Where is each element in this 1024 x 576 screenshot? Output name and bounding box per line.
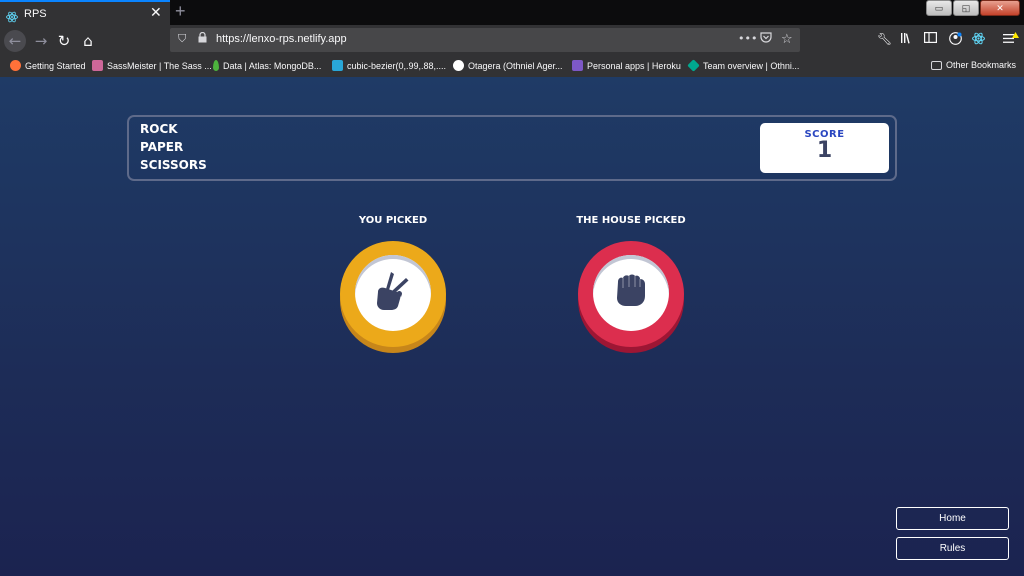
sassmeister-icon — [92, 60, 103, 71]
game-header: ROCK PAPER SCISSORS SCORE 1 — [127, 115, 897, 181]
score-box: SCORE 1 — [760, 123, 889, 173]
folder-icon — [931, 60, 942, 70]
score-value: 1 — [816, 138, 833, 163]
close-tab-icon[interactable]: ✕ — [150, 4, 162, 21]
nav-toolbar: ← → ↻ ⌂ ⛉ https://lenxo-rps.netlify.app … — [0, 25, 1024, 55]
new-tab-button[interactable]: + — [175, 1, 186, 22]
house-rock-chip — [578, 241, 684, 347]
bookmark-label: cubic-bezier(0,.99,.88,.... — [347, 60, 447, 71]
home-button[interactable]: Home — [896, 507, 1009, 530]
scissors-hand-icon — [373, 270, 413, 316]
library-icon[interactable] — [900, 32, 913, 47]
reload-icon[interactable]: ↻ — [53, 30, 75, 52]
wrench-icon[interactable]: 🔧︎ — [877, 32, 892, 46]
bookmarks-bar: Getting Started SassMeister | The Sass .… — [0, 55, 1024, 77]
bookmark-item[interactable]: SassMeister | The Sass ... — [92, 60, 212, 71]
bookmark-item[interactable]: cubic-bezier(0,.99,.88,.... — [332, 60, 446, 71]
account-icon[interactable] — [949, 32, 962, 48]
tab-rps[interactable]: RPS ✕ — [0, 0, 170, 25]
other-bookmarks[interactable]: Other Bookmarks — [931, 60, 1016, 70]
bookmark-star-icon[interactable]: ☆ — [781, 32, 793, 47]
other-bookmarks-label: Other Bookmarks — [946, 60, 1017, 70]
rules-button[interactable]: Rules — [896, 537, 1009, 560]
back-arrow-icon[interactable]: ← — [4, 30, 26, 52]
minimize-button[interactable]: ▭ — [926, 0, 952, 16]
tab-title: RPS — [24, 7, 47, 20]
url-text[interactable]: https://lenxo-rps.netlify.app — [216, 33, 347, 45]
mongodb-leaf-icon — [213, 60, 219, 71]
team-diamond-icon — [687, 59, 700, 72]
menu-icon[interactable] — [1003, 32, 1019, 48]
cubic-bezier-icon — [332, 60, 343, 71]
close-window-button[interactable]: ✕ — [980, 0, 1020, 16]
maximize-button[interactable]: ◱ — [953, 0, 979, 16]
bookmark-label: Getting Started — [25, 60, 86, 71]
tab-bar: RPS ✕ + ▭ ◱ ✕ — [0, 0, 1024, 25]
bookmark-item[interactable]: Personal apps | Heroku — [572, 60, 681, 71]
bookmark-item[interactable]: Otagera (Othniel Ager... — [453, 60, 563, 71]
bookmark-label: Personal apps | Heroku — [587, 60, 681, 71]
bookmark-label: SassMeister | The Sass ... — [107, 60, 212, 71]
firefox-icon — [10, 60, 21, 71]
bookmark-item[interactable]: Getting Started — [10, 60, 86, 71]
bookmark-label: Team overview | Othni... — [703, 60, 800, 71]
chip-face — [593, 255, 669, 331]
home-icon[interactable]: ⌂ — [77, 30, 99, 52]
house-picked-label: THE HOUSE PICKED — [576, 215, 686, 226]
title-rock: ROCK — [140, 122, 178, 136]
bookmark-item[interactable]: Data | Atlas: MongoDB... — [213, 60, 321, 71]
react-devtools-icon[interactable] — [972, 32, 985, 48]
title-paper: PAPER — [140, 140, 184, 154]
game-page: ROCK PAPER SCISSORS SCORE 1 YOU PICKED T… — [0, 77, 1024, 576]
rock-fist-icon — [612, 272, 650, 314]
title-scissors: SCISSORS — [140, 158, 207, 172]
page-actions-icon[interactable]: ••• — [738, 32, 757, 45]
github-icon — [453, 60, 464, 71]
forward-arrow-icon[interactable]: → — [30, 30, 52, 52]
sidebar-icon[interactable] — [924, 32, 938, 46]
bookmark-item[interactable]: Team overview | Othni... — [687, 59, 800, 72]
chip-face — [355, 255, 431, 331]
bookmark-label: Data | Atlas: MongoDB... — [223, 60, 322, 71]
player-scissors-chip — [340, 241, 446, 347]
you-picked-label: YOU PICKED — [358, 215, 428, 226]
bookmark-label: Otagera (Othniel Ager... — [468, 60, 563, 71]
react-icon — [6, 8, 18, 22]
pocket-icon[interactable] — [760, 32, 772, 46]
url-bar[interactable]: ⛉ https://lenxo-rps.netlify.app ••• ☆ — [170, 28, 800, 52]
lock-icon[interactable] — [198, 31, 207, 46]
shield-icon[interactable]: ⛉ — [178, 32, 186, 46]
heroku-icon — [572, 60, 583, 71]
window-controls: ▭ ◱ ✕ — [925, 0, 1020, 16]
